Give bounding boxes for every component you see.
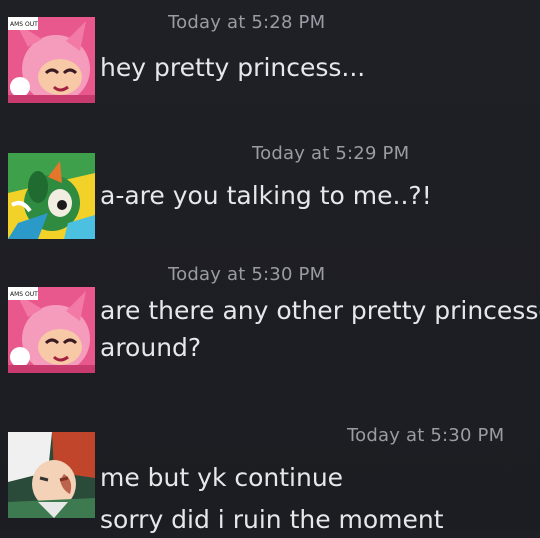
message-text: are there any other pretty princesses ar… — [100, 292, 540, 366]
message-line: me but yk continue — [100, 463, 344, 492]
chat-log: AMS OUT Today at 5:28 PM hey pretty prin… — [0, 0, 540, 534]
message-timestamp: Today at 5:30 PM — [168, 264, 326, 285]
message-timestamp: Today at 5:28 PM — [168, 12, 326, 33]
svg-text:AMS OUT: AMS OUT — [10, 21, 38, 28]
message-line: a-are you talking to me..?! — [100, 181, 432, 210]
avatar[interactable] — [8, 153, 95, 239]
avatar[interactable] — [8, 432, 95, 518]
avatar[interactable]: AMS OUT — [8, 287, 95, 373]
pink-hedgehog-avatar-image: AMS OUT — [8, 17, 95, 103]
message-line: sorry did i ruin the moment — [100, 505, 444, 534]
message-text: hey pretty princess... — [100, 49, 365, 86]
message-text: a-are you talking to me..?! — [100, 177, 432, 214]
message-text: me but yk continue sorry did i ruin the … — [100, 459, 444, 538]
message-line: are there any other pretty princesses — [100, 296, 540, 325]
avatar[interactable]: AMS OUT — [8, 17, 95, 103]
message-line: around? — [100, 333, 202, 362]
message-timestamp: Today at 5:29 PM — [252, 143, 410, 164]
pink-hedgehog-avatar-image: AMS OUT — [8, 287, 95, 373]
green-character-avatar-image — [8, 153, 95, 239]
svg-text:AMS OUT: AMS OUT — [10, 291, 38, 298]
message-line: hey pretty princess... — [100, 53, 366, 82]
message-timestamp: Today at 5:30 PM — [347, 425, 505, 446]
red-white-hair-boy-avatar-image — [8, 432, 95, 518]
